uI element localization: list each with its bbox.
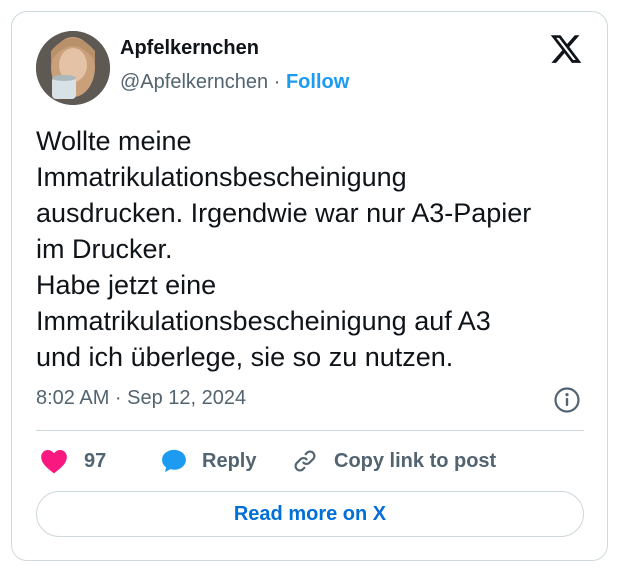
heart-icon — [40, 448, 68, 474]
divider — [36, 430, 584, 431]
read-more-button[interactable]: Read more on X — [36, 491, 584, 537]
tweet-text: Wollte meine Immatrikulationsbescheinigu… — [36, 126, 532, 372]
copy-link-button[interactable]: Copy link to post — [292, 446, 496, 476]
action-bar: 97 Reply Copy link to post — [36, 446, 584, 476]
display-name[interactable]: Apfelkernchen — [120, 37, 259, 60]
copy-link-label: Copy link to post — [334, 449, 497, 472]
timestamp[interactable]: 8:02 AM · Sep 12, 2024 — [36, 387, 246, 410]
follow-button[interactable]: Follow — [286, 71, 349, 93]
avatar-image — [36, 31, 110, 105]
separator-dot: · — [273, 71, 281, 93]
speech-bubble-icon — [160, 447, 188, 475]
handle[interactable]: @Apfelkernchen — [120, 71, 268, 93]
like-count: 97 — [84, 449, 107, 472]
tweet-card: Apfelkernchen @Apfelkernchen · Follow Wo… — [11, 11, 608, 561]
reply-button[interactable]: Reply — [160, 446, 256, 476]
like-button[interactable]: 97 — [40, 446, 106, 476]
link-icon — [292, 448, 318, 474]
x-logo-icon[interactable] — [549, 32, 583, 66]
reply-label: Reply — [202, 449, 257, 472]
info-icon[interactable] — [553, 386, 581, 414]
handle-row: @Apfelkernchen · Follow — [120, 71, 349, 94]
avatar[interactable] — [36, 31, 110, 105]
